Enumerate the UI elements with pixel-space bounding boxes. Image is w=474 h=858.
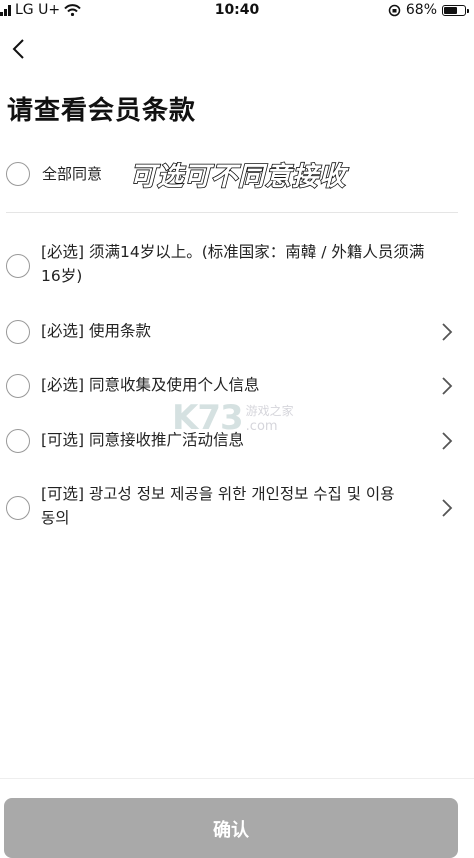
chevron-right-icon[interactable] — [440, 375, 454, 397]
page-title: 请查看会员条款 — [7, 96, 197, 126]
watermark-text: 游戏之家 .com — [245, 404, 294, 434]
agree-all-radio[interactable] — [6, 162, 30, 186]
term-item-personal-info[interactable]: [必选] 同意收集及使用个人信息 — [0, 372, 474, 400]
chevron-left-icon — [12, 39, 24, 59]
confirm-label: 确认 — [213, 820, 249, 841]
footer-divider — [0, 778, 474, 779]
chevron-right-icon[interactable] — [440, 430, 454, 452]
watermark-logo: K73 — [172, 398, 244, 438]
chevron-right-icon[interactable] — [440, 321, 454, 343]
status-right: 68% — [388, 2, 469, 18]
back-button[interactable] — [8, 34, 32, 64]
orientation-lock-icon — [388, 4, 401, 16]
battery-icon — [442, 4, 469, 16]
chevron-right-icon[interactable] — [440, 497, 454, 519]
confirm-button[interactable]: 确认 — [4, 798, 458, 858]
term-label: [必选] 同意收集及使用个人信息 — [41, 376, 260, 394]
term-label: [必选] 须满14岁以上。(标准国家：南韓 / 外籍人员须满 16岁) — [41, 243, 425, 285]
term-label: [必选] 使用条款 — [41, 322, 152, 340]
term-radio[interactable] — [6, 320, 30, 344]
agree-all-label[interactable]: 全部同意 — [42, 163, 102, 184]
watermark: K73 游戏之家 .com — [172, 398, 294, 438]
term-label: [可选] 광고성 정보 제공을 위한 개인정보 수집 및 이용 동의 — [41, 485, 395, 527]
promo-banner-text: 可选可不同意接收 — [129, 161, 347, 193]
divider — [6, 212, 458, 213]
term-item-ad-info[interactable]: [可选] 광고성 정보 제공을 위한 개인정보 수집 및 이용 동의 — [0, 481, 474, 537]
term-radio[interactable] — [6, 496, 30, 520]
term-radio[interactable] — [6, 374, 30, 398]
battery-level — [444, 6, 457, 14]
term-radio[interactable] — [6, 254, 30, 278]
term-item-terms-of-use[interactable]: [必选] 使用条款 — [0, 318, 474, 346]
battery-percent: 68% — [405, 2, 437, 18]
term-radio[interactable] — [6, 429, 30, 453]
status-bar: LG U+ 10:40 68% — [0, 0, 474, 22]
term-item-age[interactable]: [必选] 须满14岁以上。(标准国家：南韓 / 外籍人员须满 16岁) — [0, 238, 474, 294]
